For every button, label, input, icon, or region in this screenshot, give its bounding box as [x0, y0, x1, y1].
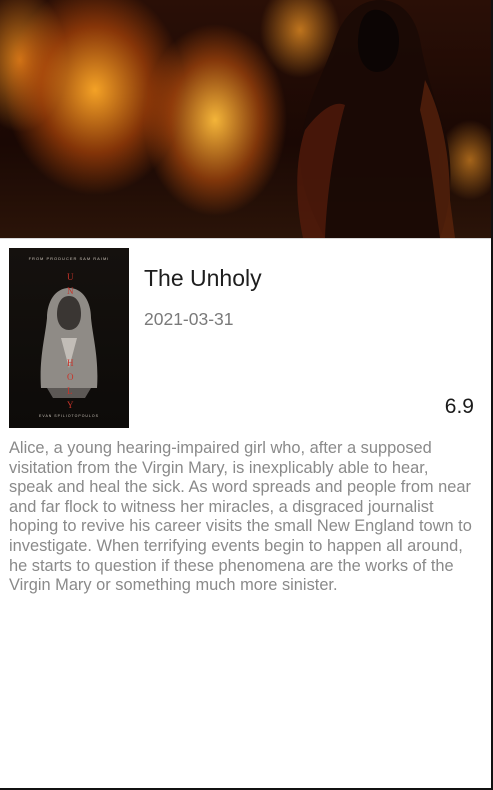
poster-credit: EVAN SPILIOTOPOULOS: [39, 414, 99, 418]
hooded-figure-silhouette: [297, 0, 455, 238]
movie-title: The Unholy: [144, 265, 262, 291]
poster-letter: N: [67, 286, 74, 296]
movie-rating: 6.9: [444, 395, 474, 418]
poster-letter: U: [67, 272, 74, 282]
poster-letter: L: [67, 386, 73, 396]
poster-letter: O: [67, 372, 74, 382]
poster-letter: H: [67, 358, 74, 368]
movie-overview: Alice, a young hearing-impaired girl who…: [9, 439, 472, 595]
header-divider: [0, 238, 491, 239]
backdrop-image: [0, 0, 491, 238]
poster-letter: Y: [67, 400, 74, 410]
release-date: 2021-03-31: [144, 309, 234, 329]
movie-detail-screen: FROM PRODUCER SAM RAIMI U N H O L Y EVAN…: [0, 0, 493, 790]
movie-poster[interactable]: FROM PRODUCER SAM RAIMI U N H O L Y EVAN…: [9, 248, 129, 428]
